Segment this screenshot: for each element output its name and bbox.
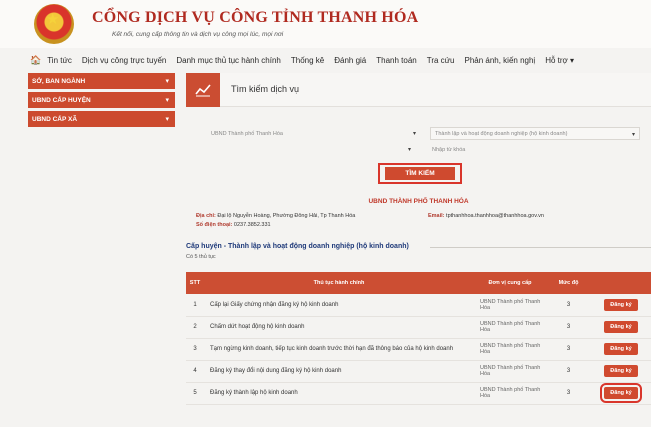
register-button[interactable]: Đăng ký (604, 343, 638, 355)
sidebar-item-district[interactable]: UBND CẤP HUYỆN ▾ (28, 92, 175, 108)
chevron-down-icon: ▾ (165, 116, 169, 123)
section-divider (430, 247, 651, 248)
row-stt: 5 (186, 382, 204, 405)
phone-label: Số điện thoại: (196, 222, 233, 228)
search-button-label: TÌM KIẾM (385, 167, 455, 180)
chevron-down-icon: ▾ (165, 78, 169, 85)
header-stt: STT (186, 272, 204, 294)
row-stt: 4 (186, 360, 204, 383)
row-level: 3 (546, 294, 591, 317)
chevron-down-icon: ▾ (631, 132, 635, 138)
table-header-row: STT Thủ tục hành chính Đơn vị cung cấp M… (186, 272, 651, 294)
section-title: Cấp huyện - Thành lập và hoạt động doanh… (186, 243, 409, 250)
field-select-value: Thành lập và hoạt động doanh nghiệp (hộ … (435, 130, 568, 137)
keyword-input[interactable]: ▾ Nhập từ khóa (408, 143, 540, 156)
menu-item-news[interactable]: Tin tức (47, 56, 72, 65)
procedure-count: Có 5 thủ tục (186, 254, 216, 260)
email-value[interactable]: tpthanhhoa.thanhhoa@thanhhoa.gov.vn (446, 213, 544, 219)
menu-item-lookup[interactable]: Tra cứu (427, 56, 455, 65)
row-procedure-name[interactable]: Đăng ký thay đổi nội dung đăng ký hộ kin… (204, 360, 474, 383)
site-subtitle: Kết nối, cung cấp thông tin và dịch vụ c… (112, 31, 284, 38)
office-email: Email: tpthanhhoa.thanhhoa@thanhhoa.gov.… (428, 213, 544, 219)
row-procedure-name[interactable]: Tạm ngừng kinh doanh, tiếp tục kinh doan… (204, 338, 474, 361)
sidebar-item-label: UBND CẤP XÃ (32, 115, 78, 123)
district-select[interactable]: UBND Thành phố Thanh Hóa ▾ (207, 127, 420, 140)
register-button[interactable]: Đăng ký (600, 383, 642, 403)
row-unit: UBND Thành phố Thanh Hóa (474, 382, 546, 405)
menu-item-rating[interactable]: Đánh giá (334, 56, 366, 65)
menu-item-procedure-catalog[interactable]: Danh mục thủ tục hành chính (176, 56, 281, 65)
chevron-down-icon: ▾ (165, 97, 169, 104)
keyword-placeholder: Nhập từ khóa (432, 146, 466, 153)
procedures-table: STT Thủ tục hành chính Đơn vị cung cấp M… (186, 272, 651, 405)
table-row: 3 Tạm ngừng kinh doanh, tiếp tục kinh do… (186, 338, 651, 361)
row-procedure-name[interactable]: Chấm dứt hoạt động hộ kinh doanh (204, 316, 474, 339)
register-button[interactable]: Đăng ký (604, 365, 638, 377)
menu-item-online-services[interactable]: Dịch vụ công trực tuyến (82, 56, 167, 65)
row-stt: 2 (186, 316, 204, 339)
menu-item-feedback[interactable]: Phản ánh, kiến nghị (464, 56, 535, 65)
chevron-down-icon: ▾ (408, 147, 412, 153)
header-procedure: Thủ tục hành chính (204, 272, 474, 294)
office-phone: Số điện thoại: 0237.3852.331 (196, 222, 271, 228)
row-stt: 1 (186, 294, 204, 317)
menu-item-support[interactable]: Hỗ trợ ▾ (545, 56, 574, 65)
row-stt: 3 (186, 338, 204, 361)
row-level: 3 (546, 316, 591, 339)
row-procedure-name[interactable]: Cấp lại Giấy chứng nhận đăng ký hộ kinh … (204, 294, 474, 317)
email-label: Email: (428, 213, 445, 219)
table-row: 5 Đăng ký thành lập hộ kinh doanh UBND T… (186, 382, 651, 405)
row-unit: UBND Thành phố Thanh Hóa (474, 338, 546, 361)
district-select-value: UBND Thành phố Thanh Hóa (211, 130, 283, 137)
header-action (591, 272, 651, 294)
field-select[interactable]: Thành lập và hoạt động doanh nghiệp (hộ … (430, 127, 640, 140)
row-unit: UBND Thành phố Thanh Hóa (474, 294, 546, 317)
table-row: 4 Đăng ký thay đổi nội dung đăng ký hộ k… (186, 360, 651, 383)
emblem-star-icon: ★ (46, 11, 60, 28)
register-button[interactable]: Đăng ký (604, 298, 638, 311)
search-button[interactable]: TÌM KIẾM (378, 163, 462, 184)
table-row: 1 Cấp lại Giấy chứng nhận đăng ký hộ kin… (186, 294, 651, 317)
header-unit: Đơn vị cung cấp (474, 272, 546, 294)
line-chart-icon (186, 73, 220, 107)
table-row: 2 Chấm dứt hoạt động hộ kinh doanh UBND … (186, 316, 651, 339)
home-icon[interactable]: 🏠 (30, 55, 41, 66)
search-panel-title: Tìm kiếm dịch vụ (231, 84, 300, 94)
main-menu: 🏠 Tin tức Dịch vụ công trực tuyến Danh m… (0, 50, 651, 70)
row-level: 3 (546, 338, 591, 361)
address-value: Đại lộ Nguyễn Hoàng, Phường Đông Hải, Tp… (217, 213, 356, 219)
row-level: 3 (546, 360, 591, 383)
site-title[interactable]: CỔNG DỊCH VỤ CÔNG TỈNH THANH HÓA (92, 9, 418, 27)
office-name: UBND THÀNH PHỐ THANH HÓA (368, 198, 469, 205)
sidebar-item-label: UBND CẤP HUYỆN (32, 96, 91, 104)
search-panel-header: Tìm kiếm dịch vụ (186, 73, 651, 107)
header-level: Mức độ (546, 272, 591, 294)
address-label: Địa chỉ: (196, 213, 216, 219)
sidebar-item-departments[interactable]: SỞ, BAN NGÀNH ▾ (28, 73, 175, 89)
phone-value: 0237.3852.331 (233, 222, 271, 228)
menu-item-statistics[interactable]: Thống kê (291, 56, 324, 65)
row-unit: UBND Thành phố Thanh Hóa (474, 316, 546, 339)
sidebar: SỞ, BAN NGÀNH ▾ UBND CẤP HUYỆN ▾ UBND CẤ… (28, 73, 175, 130)
site-header: ★ CỔNG DỊCH VỤ CÔNG TỈNH THANH HÓA Kết n… (0, 0, 651, 48)
row-unit: UBND Thành phố Thanh Hóa (474, 360, 546, 383)
sidebar-item-label: SỞ, BAN NGÀNH (32, 77, 86, 85)
register-button[interactable]: Đăng ký (604, 321, 638, 333)
row-procedure-name[interactable]: Đăng ký thành lập hộ kinh doanh (204, 382, 474, 405)
sidebar-item-commune[interactable]: UBND CẤP XÃ ▾ (28, 111, 175, 127)
office-address: Địa chỉ: Đại lộ Nguyễn Hoàng, Phường Đôn… (196, 213, 355, 219)
menu-item-payment[interactable]: Thanh toán (376, 56, 416, 65)
row-level: 3 (546, 382, 591, 405)
chevron-down-icon: ▾ (412, 131, 416, 137)
